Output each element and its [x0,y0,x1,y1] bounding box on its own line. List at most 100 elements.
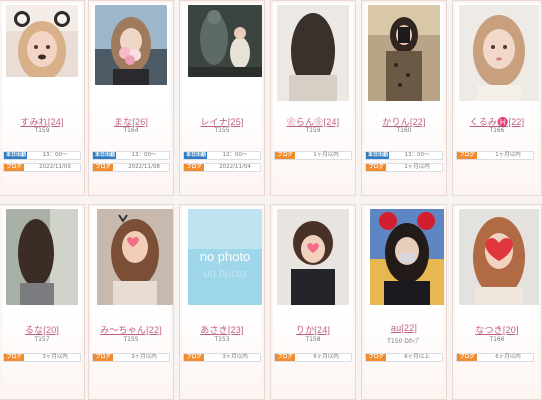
girl-card[interactable]: au[22] T150 Dｶｯﾌﾟ ブログ 6ヶ月以上 [361,204,447,400]
girl-height: T150 Dｶｯﾌﾟ [387,338,421,345]
blog-row[interactable]: ブログ 3ヶ月以内 [92,353,170,362]
blog-badge: ブログ [184,354,204,361]
blog-badge: ブログ [457,152,477,159]
shift-time: 13：00～ [131,152,157,158]
girl-photo[interactable] [97,209,173,305]
blog-date: 2022/11/08 [128,164,160,170]
girl-photo[interactable] [277,5,349,101]
girl-height: T164 [123,127,139,134]
blog-row[interactable]: ブログ 1ヶ月以内 [274,151,352,160]
blog-row[interactable]: ブログ 6ヶ月以上 [365,353,443,362]
girl-height: T155 [214,127,230,134]
blog-row[interactable]: ブログ 6ヶ月以内 [456,353,534,362]
shift-time: 12：00～ [222,152,248,158]
blog-row[interactable]: ブログ 2022/11/09 [3,163,81,172]
girl-card[interactable]: くるみ♓[22] T166 ブログ 1ヶ月以内 [452,0,542,196]
photo-portrait-blonde [459,5,539,101]
blog-date: 1ヶ月以内 [495,152,521,158]
girl-photo[interactable] [6,5,78,77]
blog-badge: ブログ [275,354,295,361]
girl-height: T166 [489,336,505,343]
girl-photo[interactable] [459,5,539,101]
blog-badge: ブログ [184,164,204,171]
girl-card[interactable]: なつき[20] T166 ブログ 6ヶ月以内 [452,204,542,400]
girl-photo[interactable] [277,209,349,305]
girl-photo[interactable] [95,5,167,85]
girl-card[interactable]: み～ちゃん[22] T155 ブログ 3ヶ月以内 [88,204,174,400]
girl-height: T166 [489,127,505,134]
blog-date: 3ヶ月以内 [42,354,68,360]
girl-photo[interactable] [188,5,262,77]
no-photo-placeholder: no photo no photo [188,209,262,305]
no-photo-text: no photo [200,249,251,264]
blog-badge: ブログ [4,354,24,361]
work-today-badge: 本日出勤 [4,152,27,159]
blog-date: 3ヶ月以内 [131,354,157,360]
shift-row: 本日出勤 12：00～ [183,151,261,160]
blog-badge: ブログ [93,354,113,361]
girl-name[interactable]: なつき[20] [453,323,541,336]
blog-row[interactable]: ブログ 2022/11/04 [183,163,261,172]
blog-date: 6ヶ月以内 [313,354,339,360]
blog-row[interactable]: ブログ 3ヶ月以内 [183,353,261,362]
shift-row: 本日出勤 13：00～ [92,151,170,160]
girl-photo[interactable] [368,5,440,101]
blog-badge: ブログ [366,354,386,361]
photo-heart-filter [97,209,173,305]
blog-date: 3ヶ月以内 [222,354,248,360]
blog-badge: ブログ [93,164,113,171]
work-today-badge: 本日出勤 [366,152,389,159]
girl-card[interactable]: レイナ[25] T155 本日出勤 12：00～ ブログ 2022/11/04 [179,0,265,196]
girl-height: T159 [34,127,50,134]
work-today-badge: 本日出勤 [93,152,116,159]
blog-row[interactable]: ブログ 2022/11/08 [92,163,170,172]
shift-row: 本日出勤 13：00～ [3,151,81,160]
girl-name[interactable]: りか[24] [271,323,355,336]
girl-height: T153 [214,336,230,343]
girl-card[interactable]: no photo no photo あさき[23] T153 ブログ 3ヶ月以内 [179,204,265,400]
blog-date: 6ヶ月以上 [404,354,430,360]
photo-flowers-face [95,5,167,85]
girl-card[interactable]: ❀らん❀[24] T159 ブログ 1ヶ月以内 [270,0,356,196]
photo-back-hair [277,5,349,101]
blog-row[interactable]: ブログ 6ヶ月以内 [274,353,352,362]
shift-time: 13：00～ [42,152,68,158]
photo-selfie-dog-filter [6,5,78,77]
girl-photo[interactable] [370,209,444,305]
girl-card[interactable]: まな[26] T164 本日出勤 13：00～ ブログ 2022/11/08 [88,0,174,196]
blog-badge: ブログ [457,354,477,361]
blog-row[interactable]: ブログ 1ヶ月以内 [365,163,443,172]
girl-name[interactable]: au[22] [362,323,446,333]
work-today-badge: 本日出勤 [184,152,207,159]
girl-height: T157 [34,336,50,343]
girl-photo[interactable] [459,209,539,305]
girl-name[interactable]: るな[20] [0,323,84,336]
blog-row[interactable]: ブログ 1ヶ月以内 [456,151,534,160]
girl-photo[interactable]: no photo no photo [188,209,262,305]
girl-name[interactable]: あさき[23] [180,323,264,336]
blog-badge: ブログ [275,152,295,159]
girls-grid: すみれ[24] T159 本日出勤 13：00～ ブログ 2022/11/09 [0,0,542,400]
girls-row-1: すみれ[24] T159 本日出勤 13：00～ ブログ 2022/11/09 [0,0,542,198]
girl-card[interactable]: かりん[22] T160 本日出勤 13：00～ ブログ 1ヶ月以内 [361,0,447,196]
photo-red-heart [459,209,539,305]
photo-statue-night [188,5,262,77]
blog-date: 1ヶ月以内 [313,152,339,158]
girl-photo[interactable] [6,209,78,305]
girl-name[interactable]: み～ちゃん[22] [89,323,173,336]
girl-height: T155 [123,336,139,343]
shift-row: 本日出勤 13：00～ [365,151,443,160]
no-photo-reflection: no photo [204,268,247,280]
photo-mirror-selfie [368,5,440,101]
girls-row-2: るな[20] T157 ブログ 3ヶ月以内 み～ちゃん[22] T155 ブログ… [0,204,542,400]
girl-card[interactable]: すみれ[24] T159 本日出勤 13：00～ ブログ 2022/11/09 [0,0,85,196]
shift-time: 13：00～ [404,152,430,158]
girl-card[interactable]: りか[24] T158 ブログ 6ヶ月以内 [270,204,356,400]
blog-row[interactable]: ブログ 3ヶ月以内 [3,353,81,362]
girl-height: T158 [305,336,321,343]
girl-height: T159 [305,127,321,134]
blog-date: 1ヶ月以内 [404,164,430,170]
girl-card[interactable]: るな[20] T157 ブログ 3ヶ月以内 [0,204,85,400]
photo-salon-hair [6,209,78,305]
photo-bob-hair [277,209,349,305]
